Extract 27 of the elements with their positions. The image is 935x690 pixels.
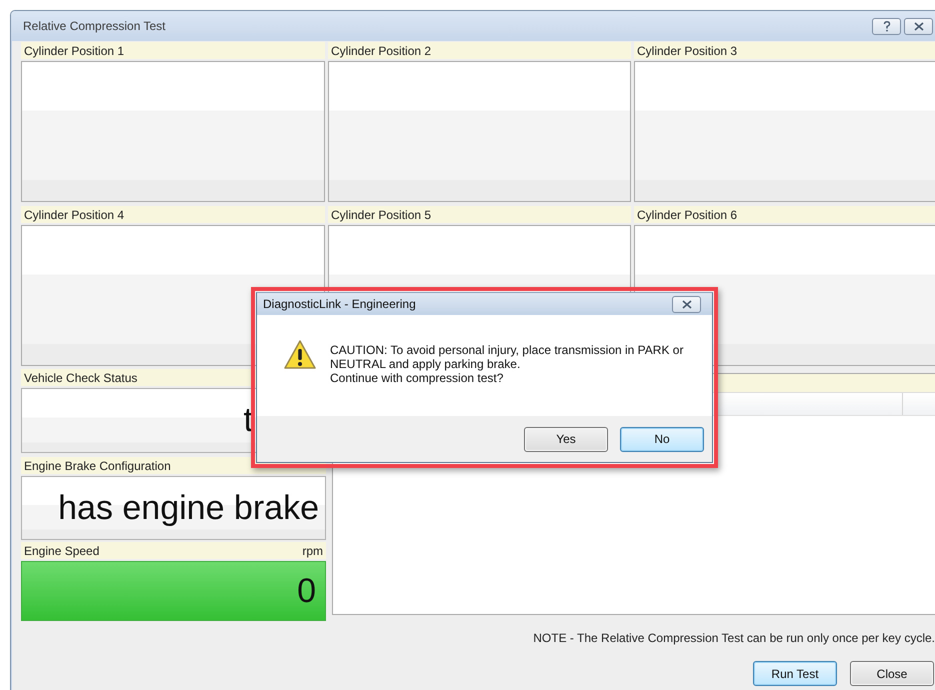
panel-title: Engine Brake Configuration bbox=[24, 458, 171, 472]
window-title: Relative Compression Test bbox=[23, 19, 167, 33]
no-button[interactable]: No bbox=[620, 426, 704, 452]
close-button[interactable]: Close bbox=[850, 661, 934, 686]
close-button[interactable] bbox=[904, 18, 933, 34]
dialog-message: CAUTION: To avoid personal injury, place transmission in PARK or NEUTRAL and apply parking brake. Continue with compression test? bbox=[330, 343, 684, 385]
panel-title: Vehicle Check Status bbox=[24, 370, 138, 384]
warning-icon bbox=[284, 340, 316, 370]
close-icon bbox=[912, 22, 924, 30]
help-icon bbox=[882, 20, 890, 32]
panel-title: Cylinder Position 6 bbox=[637, 208, 738, 222]
help-button[interactable] bbox=[872, 18, 901, 34]
panel-title: Cylinder Position 5 bbox=[331, 208, 432, 222]
panel-title: Cylinder Position 3 bbox=[637, 44, 738, 58]
dialog-title: DiagnosticLink - Engineering bbox=[263, 297, 417, 311]
panel-title: Cylinder Position 4 bbox=[24, 208, 124, 222]
panel-title: Cylinder Position 2 bbox=[331, 44, 432, 58]
yes-button[interactable]: Yes bbox=[524, 426, 608, 452]
note-text: NOTE - The Relative Compression Test can be run only once per key cycle. bbox=[532, 631, 935, 645]
unit-label: rpm bbox=[302, 544, 323, 558]
panel-title: Engine Speed bbox=[24, 544, 100, 558]
run-test-button[interactable]: Run Test bbox=[753, 661, 837, 686]
dialog-close-button[interactable] bbox=[672, 296, 701, 312]
brake-value: has engine brake bbox=[58, 488, 319, 528]
close-icon bbox=[680, 300, 692, 308]
panel-title: Cylinder Position 1 bbox=[24, 44, 124, 58]
speed-value: 0 bbox=[297, 572, 316, 610]
